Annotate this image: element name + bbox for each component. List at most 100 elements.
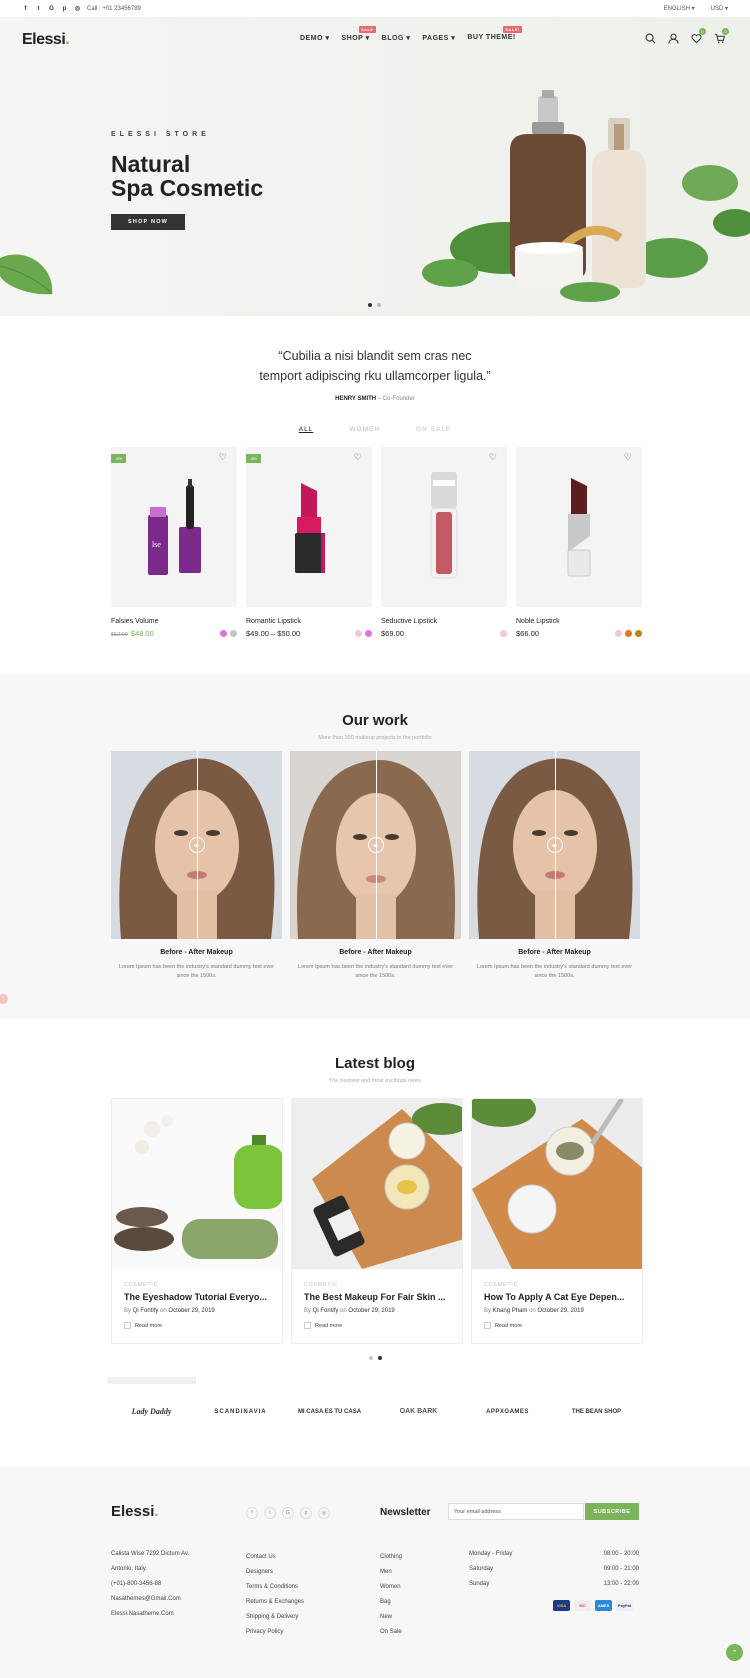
- product-card[interactable]: -8% ♡ lse Falsies Volume $52.00 $48.00: [111, 447, 237, 638]
- product-name[interactable]: Falsies Volume: [111, 618, 237, 625]
- wishlist-icon[interactable]: 0: [689, 28, 706, 45]
- search-icon[interactable]: [643, 31, 657, 45]
- twitter-icon[interactable]: t: [264, 1507, 276, 1519]
- blog-author[interactable]: Qi Fontify: [313, 1308, 339, 1314]
- before-after-image[interactable]: ◂▸: [290, 751, 461, 939]
- facebook-icon[interactable]: f: [22, 5, 29, 12]
- slide-dot[interactable]: [377, 1356, 382, 1360]
- slide-dot[interactable]: [368, 1356, 373, 1360]
- before-after-image[interactable]: ◂▸: [111, 751, 282, 939]
- footer-logo[interactable]: Elessi.: [111, 1503, 159, 1520]
- wishlist-heart-icon[interactable]: ♡: [219, 452, 227, 463]
- footer-link[interactable]: Returns & Exchanges: [246, 1595, 304, 1610]
- product-card[interactable]: ♡ Noble Lipstick $66.00: [516, 447, 642, 638]
- shop-now-button[interactable]: SHOP NOW: [111, 214, 186, 231]
- nav-buy-theme[interactable]: BUY THEME! SALE!: [467, 26, 522, 42]
- read-more-link[interactable]: Read more: [304, 1322, 462, 1329]
- google-plus-icon[interactable]: G: [48, 5, 55, 12]
- swatch[interactable]: [230, 630, 237, 637]
- compare-handle-icon[interactable]: ◂▸: [188, 837, 205, 853]
- account-icon[interactable]: [666, 31, 680, 45]
- brand-logo[interactable]: MI CASA ES TU CASA: [285, 1409, 374, 1415]
- footer-link[interactable]: On Sale: [380, 1625, 402, 1640]
- currency-select[interactable]: USD ▾: [711, 5, 728, 12]
- tab-all[interactable]: ALL: [299, 426, 314, 433]
- blog-category[interactable]: COSMETIC: [484, 1282, 642, 1288]
- footer-link[interactable]: Shipping & Delivery: [246, 1610, 304, 1625]
- site-logo[interactable]: Elessi.: [22, 31, 70, 49]
- brand-logo[interactable]: OAK BARK: [374, 1408, 463, 1415]
- footer-link[interactable]: Contact Us: [246, 1550, 304, 1565]
- brand-logo[interactable]: THE BEAN SHOP: [552, 1409, 641, 1415]
- instagram-icon[interactable]: ◎: [74, 5, 81, 12]
- product-image[interactable]: ♡: [516, 447, 642, 607]
- pinterest-icon[interactable]: p: [61, 5, 68, 12]
- footer-link[interactable]: Clothing: [380, 1550, 402, 1565]
- brand-logo[interactable]: APPXGAMES: [463, 1409, 552, 1415]
- swatch[interactable]: [615, 630, 622, 637]
- blog-image[interactable]: [292, 1099, 462, 1269]
- blog-author[interactable]: Khang Pham: [493, 1308, 528, 1314]
- blog-title[interactable]: The Best Makeup For Fair Skin ...: [304, 1292, 450, 1302]
- blog-category[interactable]: COSMETIC: [124, 1282, 282, 1288]
- nav-blog[interactable]: BLOG ▾: [382, 34, 411, 42]
- nav-pages[interactable]: PAGES ▾: [422, 34, 455, 42]
- swatch[interactable]: [500, 630, 507, 637]
- brand-logo[interactable]: Lady Daddy: [107, 1407, 196, 1416]
- google-plus-icon[interactable]: G: [282, 1507, 294, 1519]
- language-select[interactable]: ENGLISH ▾: [664, 5, 695, 12]
- pinterest-icon[interactable]: p: [300, 1507, 312, 1519]
- blog-category[interactable]: COSMETIC: [304, 1282, 462, 1288]
- blog-card[interactable]: COSMETIC The Eyeshadow Tutorial Everyo..…: [111, 1098, 283, 1344]
- newsletter-email-input[interactable]: Your email address: [448, 1503, 584, 1520]
- brand-logo[interactable]: SCANDINAVIA: [196, 1409, 285, 1415]
- slide-dot[interactable]: [368, 303, 372, 307]
- nav-shop[interactable]: SHOP ▾ SALE: [341, 26, 376, 42]
- nav-demo[interactable]: DEMO ▾: [300, 34, 329, 42]
- blog-image[interactable]: [472, 1099, 642, 1269]
- swatch[interactable]: [365, 630, 372, 637]
- swatch[interactable]: [635, 630, 642, 637]
- blog-card[interactable]: COSMETIC The Best Makeup For Fair Skin .…: [291, 1098, 463, 1344]
- instagram-icon[interactable]: ◎: [318, 1507, 330, 1519]
- wishlist-heart-icon[interactable]: ♡: [624, 452, 632, 463]
- footer-link[interactable]: Men: [380, 1565, 402, 1580]
- swatch[interactable]: [220, 630, 227, 637]
- swatch[interactable]: [355, 630, 362, 637]
- product-name[interactable]: Seductive Lipstick: [381, 618, 507, 625]
- product-card[interactable]: -8% ♡ Romantic Lipstick $49.00 – $50.00: [246, 447, 372, 638]
- slide-dot[interactable]: [377, 303, 381, 307]
- wishlist-heart-icon[interactable]: ♡: [489, 452, 497, 463]
- blog-title[interactable]: How To Apply A Cat Eye Depen...: [484, 1292, 630, 1302]
- footer-link[interactable]: Privacy Policy: [246, 1625, 304, 1640]
- compare-handle-icon[interactable]: ◂▸: [546, 837, 563, 853]
- product-card[interactable]: ♡ Seductive Lipstick $69.00: [381, 447, 507, 638]
- phone[interactable]: (+01)-800-3456-88: [111, 1577, 189, 1592]
- subscribe-button[interactable]: SUBSCRIBE: [585, 1503, 639, 1520]
- blog-title[interactable]: The Eyeshadow Tutorial Everyo...: [124, 1292, 270, 1302]
- product-image[interactable]: ♡: [381, 447, 507, 607]
- blog-author[interactable]: Qi Fontify: [133, 1308, 159, 1314]
- back-to-top-button[interactable]: ⌃: [726, 1644, 743, 1661]
- website[interactable]: Elessi.Nasatheme.Com: [111, 1607, 189, 1622]
- blog-card[interactable]: COSMETIC How To Apply A Cat Eye Depen...…: [471, 1098, 643, 1344]
- wishlist-heart-icon[interactable]: ♡: [354, 452, 362, 463]
- blog-image[interactable]: [112, 1099, 282, 1269]
- footer-link[interactable]: Bag: [380, 1595, 402, 1610]
- compare-handle-icon[interactable]: ◂▸: [367, 837, 384, 853]
- product-name[interactable]: Noble Lipstick: [516, 618, 642, 625]
- product-image[interactable]: -8% ♡ lse: [111, 447, 237, 607]
- read-more-link[interactable]: Read more: [124, 1322, 282, 1329]
- twitter-icon[interactable]: t: [35, 5, 42, 12]
- tab-women[interactable]: WOMEN: [349, 426, 380, 433]
- swatch[interactable]: [625, 630, 632, 637]
- read-more-link[interactable]: Read more: [484, 1322, 642, 1329]
- tab-on-sale[interactable]: ON SALE: [416, 426, 451, 433]
- footer-link[interactable]: Designers: [246, 1565, 304, 1580]
- footer-link[interactable]: New: [380, 1610, 402, 1625]
- product-image[interactable]: -8% ♡: [246, 447, 372, 607]
- footer-link[interactable]: Women: [380, 1580, 402, 1595]
- email[interactable]: Nasathemes@Gmail.Com: [111, 1592, 189, 1607]
- product-name[interactable]: Romantic Lipstick: [246, 618, 372, 625]
- footer-link[interactable]: Terms & Conditions: [246, 1580, 304, 1595]
